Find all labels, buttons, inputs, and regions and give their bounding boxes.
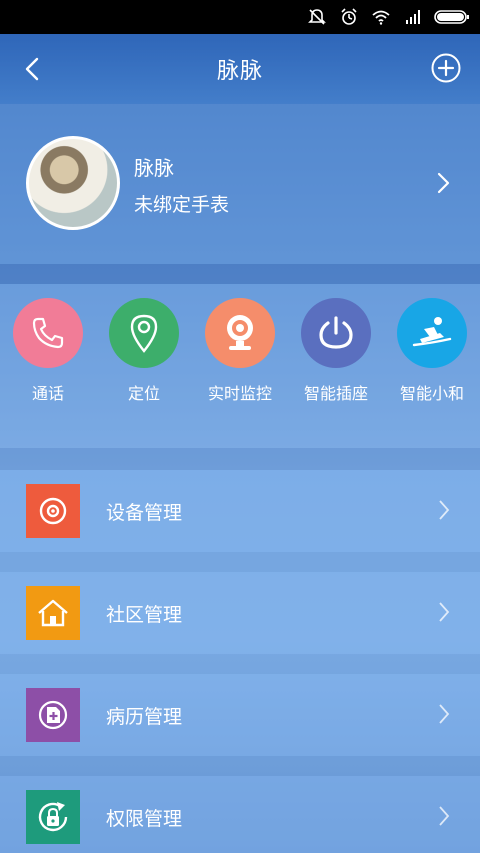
- status-bar: [0, 0, 480, 34]
- shortcut-smart-socket[interactable]: 智能插座: [288, 298, 384, 404]
- menu-item-community-management[interactable]: 社区管理: [0, 572, 480, 654]
- shortcut-label: 智能插座: [303, 384, 368, 403]
- chevron-right-icon: [439, 602, 450, 622]
- lock-refresh-icon: [26, 790, 80, 844]
- house-icon: [26, 586, 80, 640]
- chevron-right-icon: [439, 704, 450, 724]
- chevron-right-icon: [439, 500, 450, 520]
- gear-icon: [26, 484, 80, 538]
- chevron-right-icon[interactable]: [434, 170, 454, 196]
- signal-icon: [406, 10, 420, 24]
- medical-record-icon: [26, 688, 80, 742]
- power-icon: [301, 298, 371, 368]
- mute-icon: [308, 9, 326, 25]
- location-pin-icon: [109, 298, 179, 368]
- shortcut-label: 实时监控: [207, 384, 272, 403]
- shortcut-call[interactable]: 通话: [0, 298, 96, 404]
- menu-item-medical-record-management[interactable]: 病历管理: [0, 674, 480, 756]
- chevron-left-icon[interactable]: [18, 54, 48, 84]
- wifi-icon: [372, 10, 390, 25]
- section-gap: [0, 552, 480, 572]
- profile-status: 未绑定手表: [134, 194, 230, 216]
- chevron-right-icon: [439, 806, 450, 826]
- phone-icon: [13, 298, 83, 368]
- shortcut-bar: 通话 定位 实时监控 智能插座 智能小和: [0, 284, 480, 448]
- avatar: [26, 136, 120, 230]
- menu-item-permission-management[interactable]: 权限管理: [0, 776, 480, 853]
- page-title: 脉脉: [216, 59, 263, 84]
- shortcut-label: 定位: [127, 384, 160, 403]
- menu-item-label: 社区管理: [106, 604, 183, 626]
- section-divider: [0, 264, 480, 284]
- battery-icon: [434, 10, 469, 24]
- shortcut-label: 智能小和: [399, 384, 464, 403]
- top-bar: 脉脉: [0, 34, 480, 104]
- sled-icon: [397, 298, 467, 368]
- menu-item-label: 权限管理: [106, 808, 183, 830]
- plus-circle-icon[interactable]: [430, 52, 462, 84]
- menu-item-label: 病历管理: [106, 706, 183, 728]
- shortcut-smart-helper[interactable]: 智能小和: [384, 298, 480, 404]
- section-gap: [0, 756, 480, 776]
- section-gap: [0, 654, 480, 674]
- profile-name: 脉脉: [134, 156, 174, 180]
- profile-card[interactable]: [0, 104, 480, 264]
- menu-item-label: 设备管理: [106, 502, 183, 524]
- camera-icon: [205, 298, 275, 368]
- alarm-icon: [341, 8, 357, 25]
- shortcut-label: 通话: [31, 384, 64, 403]
- section-divider: [0, 448, 480, 470]
- shortcut-monitor[interactable]: 实时监控: [192, 298, 288, 404]
- shortcut-location[interactable]: 定位: [96, 298, 192, 404]
- menu-item-device-management[interactable]: 设备管理: [0, 470, 480, 552]
